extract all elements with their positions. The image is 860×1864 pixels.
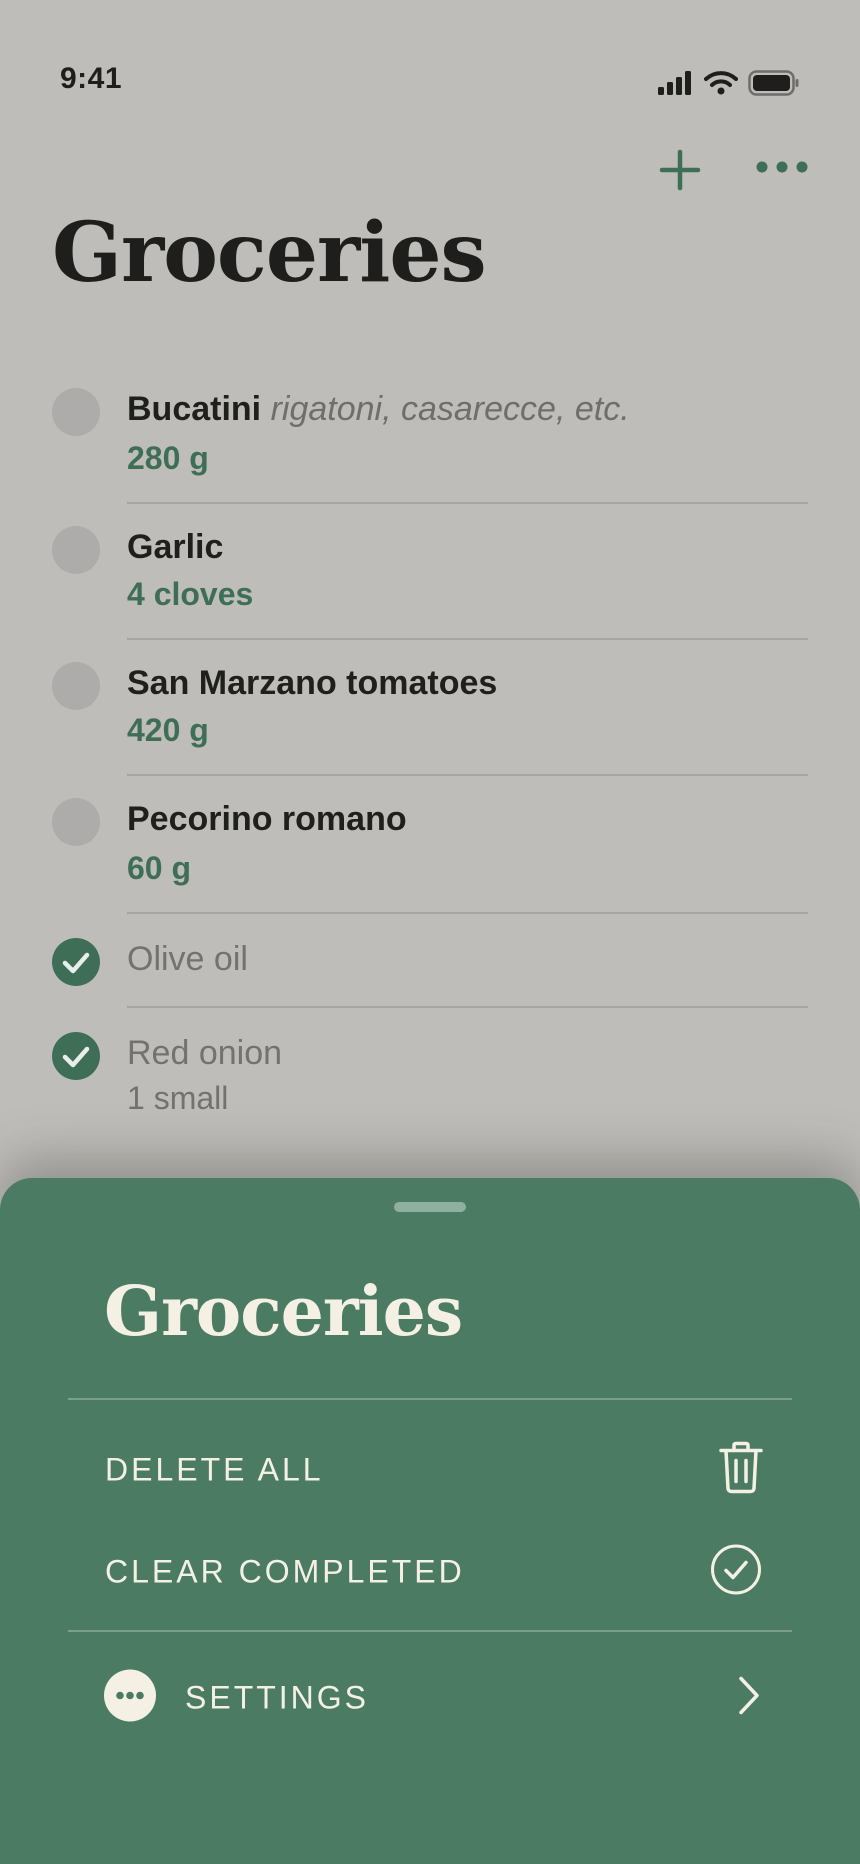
item-name: Pecorino romano [127,800,407,838]
item-name: San Marzano tomatoes [127,664,498,702]
settings-button[interactable]: SETTINGS [68,1658,792,1738]
page-title: Groceries [52,205,487,301]
status-icons [658,69,800,101]
item-name-text: Bucatini [127,390,262,428]
item-name: Bucatini rigatoni, casarecce, etc. [127,390,630,429]
clear-completed-label: CLEAR COMPLETED [105,1553,465,1590]
item-checkbox[interactable] [52,798,100,846]
item-checkbox[interactable] [52,388,100,436]
item-checkbox-checked[interactable] [52,1032,100,1080]
item-note: rigatoni, casarecce, etc. [270,390,630,428]
item-quantity: 4 cloves [127,576,254,612]
item-name: Red onion [127,1034,283,1072]
sheet-divider [68,1398,792,1400]
checkmark-icon [62,1046,90,1068]
item-name: Garlic [127,528,224,566]
divider [127,638,808,640]
item-name: Olive oil [127,940,248,978]
divider [127,502,808,504]
plus-icon [659,149,701,191]
clear-completed-button[interactable]: CLEAR COMPLETED [68,1532,792,1612]
item-checkbox[interactable] [52,662,100,710]
checkmark-icon [62,952,90,974]
trash-icon [718,1441,764,1500]
item-quantity: 420 g [127,712,209,748]
options-sheet: Groceries DELETE ALL CLEAR COMPLETED SET… [0,1178,860,1864]
sheet-title: Groceries [104,1272,463,1352]
check-circle-icon [710,1544,762,1601]
settings-label: SETTINGS [185,1679,370,1716]
divider [127,912,808,914]
delete-all-label: DELETE ALL [105,1451,324,1488]
item-checkbox[interactable] [52,526,100,574]
divider [127,774,808,776]
ellipsis-icon [756,161,808,173]
add-item-button[interactable] [650,140,710,200]
item-quantity: 280 g [127,440,209,476]
more-options-button[interactable] [752,140,812,200]
battery-icon [748,69,800,101]
item-checkbox-checked[interactable] [52,938,100,986]
sheet-grabber[interactable] [394,1202,466,1212]
divider [127,1006,808,1008]
cellular-signal-icon [658,70,694,100]
item-quantity: 60 g [127,850,192,886]
item-quantity: 1 small [127,1080,229,1116]
sheet-divider [68,1630,792,1632]
delete-all-button[interactable]: DELETE ALL [68,1430,792,1510]
chevron-right-icon [736,1675,762,1722]
wifi-icon [704,70,738,100]
more-circle-icon [104,1669,156,1727]
status-time: 9:41 [60,62,123,95]
